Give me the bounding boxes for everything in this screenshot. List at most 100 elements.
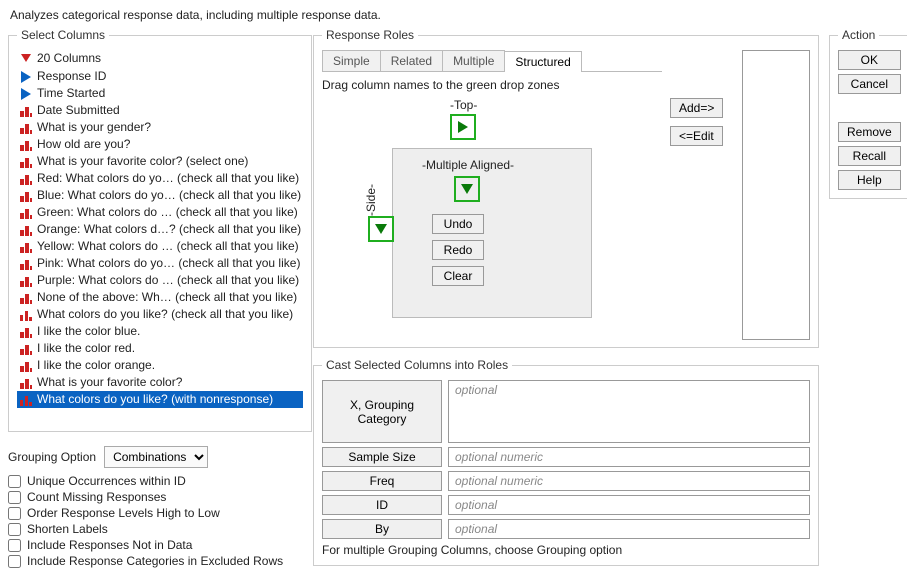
select-columns-legend: Select Columns: [17, 28, 109, 42]
help-button[interactable]: Help: [838, 170, 901, 190]
columns-count-row[interactable]: 20 Columns: [17, 50, 303, 66]
ok-button[interactable]: OK: [838, 50, 901, 70]
cast-role-field[interactable]: optional numeric: [448, 471, 810, 491]
column-item-label: I like the color red.: [37, 340, 135, 357]
nominal-icon: [19, 376, 33, 390]
nominal-icon: [19, 359, 33, 373]
column-item[interactable]: What is your favorite color?: [17, 374, 303, 391]
column-item[interactable]: Date Submitted: [17, 102, 303, 119]
column-item-label: Response ID: [37, 68, 106, 85]
top-zone-label: -Top-: [450, 98, 477, 112]
multiple-response-icon: [19, 393, 33, 407]
response-roles-tabstrip: SimpleRelatedMultipleStructured: [322, 50, 662, 72]
nominal-icon: [19, 206, 33, 220]
tab-simple[interactable]: Simple: [322, 50, 381, 71]
nominal-icon: [19, 342, 33, 356]
nominal-icon: [19, 155, 33, 169]
grouping-checkbox[interactable]: [8, 491, 21, 504]
cast-role-field[interactable]: optional: [448, 380, 810, 443]
nominal-icon: [19, 325, 33, 339]
grouping-option-select[interactable]: Combinations: [104, 446, 208, 468]
drag-hint: Drag column names to the green drop zone…: [322, 78, 662, 92]
top-drop-zone[interactable]: [450, 114, 476, 140]
cast-roles-group: Cast Selected Columns into Roles X, Grou…: [313, 358, 819, 566]
grouping-checkbox[interactable]: [8, 523, 21, 536]
tab-multiple[interactable]: Multiple: [442, 50, 505, 71]
column-item[interactable]: Orange: What colors d…? (check all that …: [17, 221, 303, 238]
column-item[interactable]: How old are you?: [17, 136, 303, 153]
cancel-button[interactable]: Cancel: [838, 74, 901, 94]
column-item[interactable]: Pink: What colors do yo… (check all that…: [17, 255, 303, 272]
cast-role-button[interactable]: X, Grouping Category: [322, 380, 442, 443]
columns-count-label: 20 Columns: [37, 51, 101, 65]
grouping-checkbox-label: Count Missing Responses: [27, 490, 166, 504]
continuous-icon: [19, 87, 33, 101]
action-legend: Action: [838, 28, 879, 42]
assigned-roles-list[interactable]: [742, 50, 810, 340]
column-item[interactable]: Green: What colors do … (check all that …: [17, 204, 303, 221]
grouping-checkbox[interactable]: [8, 475, 21, 488]
grouping-checkbox-row[interactable]: Shorten Labels: [8, 522, 303, 536]
cast-role-button[interactable]: Freq: [322, 471, 442, 491]
cast-role-field[interactable]: optional: [448, 519, 810, 539]
nominal-icon: [19, 104, 33, 118]
cast-role-field[interactable]: optional: [448, 495, 810, 515]
tab-structured[interactable]: Structured: [504, 51, 581, 72]
cast-role-button[interactable]: ID: [322, 495, 442, 515]
column-item[interactable]: What colors do you like? (check all that…: [17, 306, 303, 323]
column-item[interactable]: What colors do you like? (with nonrespon…: [17, 391, 303, 408]
column-item-label: Purple: What colors do … (check all that…: [37, 272, 299, 289]
cast-role-button[interactable]: Sample Size: [322, 447, 442, 467]
column-item[interactable]: Yellow: What colors do … (check all that…: [17, 238, 303, 255]
grouping-checkbox-row[interactable]: Count Missing Responses: [8, 490, 303, 504]
grouping-checkbox-row[interactable]: Unique Occurrences within ID: [8, 474, 303, 488]
column-item[interactable]: Blue: What colors do yo… (check all that…: [17, 187, 303, 204]
column-item[interactable]: What is your favorite color? (select one…: [17, 153, 303, 170]
column-item[interactable]: I like the color blue.: [17, 323, 303, 340]
edit-button[interactable]: <=Edit: [670, 126, 723, 146]
column-item[interactable]: I like the color red.: [17, 340, 303, 357]
cast-role-field[interactable]: optional numeric: [448, 447, 810, 467]
cast-role-button[interactable]: By: [322, 519, 442, 539]
grouping-options: Grouping Option Combinations Unique Occu…: [8, 442, 303, 570]
cast-role-row: X, Grouping Categoryoptional: [322, 380, 810, 443]
grouping-checkbox-row[interactable]: Include Responses Not in Data: [8, 538, 303, 552]
chevron-down-icon: [460, 182, 474, 196]
structured-layout: -Top- -Side- -Multiple Aligned-: [322, 96, 662, 326]
column-item[interactable]: I like the color orange.: [17, 357, 303, 374]
remove-button[interactable]: Remove: [838, 122, 901, 142]
grouping-checkbox[interactable]: [8, 507, 21, 520]
recall-button[interactable]: Recall: [838, 146, 901, 166]
nominal-icon: [19, 189, 33, 203]
undo-button[interactable]: Undo: [432, 214, 484, 234]
column-item[interactable]: What is your gender?: [17, 119, 303, 136]
grouping-checkbox-label: Shorten Labels: [27, 522, 108, 536]
redo-button[interactable]: Redo: [432, 240, 484, 260]
multiple-response-icon: [19, 308, 33, 322]
grouping-option-label: Grouping Option: [8, 450, 96, 464]
multiple-aligned-drop-zone[interactable]: [454, 176, 480, 202]
column-item[interactable]: Time Started: [17, 85, 303, 102]
column-item-label: None of the above: Wh… (check all that y…: [37, 289, 297, 306]
columns-list[interactable]: Response IDTime StartedDate SubmittedWha…: [17, 68, 303, 423]
column-item[interactable]: Response ID: [17, 68, 303, 85]
grouping-checkbox-label: Unique Occurrences within ID: [27, 474, 186, 488]
grouping-checkbox-row[interactable]: Order Response Levels High to Low: [8, 506, 303, 520]
nominal-icon: [19, 240, 33, 254]
column-item[interactable]: Red: What colors do yo… (check all that …: [17, 170, 303, 187]
dialog-description: Analyzes categorical response data, incl…: [10, 8, 899, 22]
column-item-label: Date Submitted: [37, 102, 120, 119]
grouping-checkbox-row[interactable]: Include Response Categories in Excluded …: [8, 554, 303, 568]
column-item-label: Pink: What colors do yo… (check all that…: [37, 255, 300, 272]
side-drop-zone[interactable]: [368, 216, 394, 242]
cast-role-row: Sample Size optional numeric: [322, 447, 810, 467]
clear-button[interactable]: Clear: [432, 266, 484, 286]
tab-related[interactable]: Related: [380, 50, 443, 71]
column-item-label: How old are you?: [37, 136, 130, 153]
column-item[interactable]: Purple: What colors do … (check all that…: [17, 272, 303, 289]
add-button[interactable]: Add=>: [670, 98, 723, 118]
response-roles-group: Response Roles SimpleRelatedMultipleStru…: [313, 28, 819, 348]
grouping-checkbox[interactable]: [8, 555, 21, 568]
column-item[interactable]: None of the above: Wh… (check all that y…: [17, 289, 303, 306]
grouping-checkbox[interactable]: [8, 539, 21, 552]
